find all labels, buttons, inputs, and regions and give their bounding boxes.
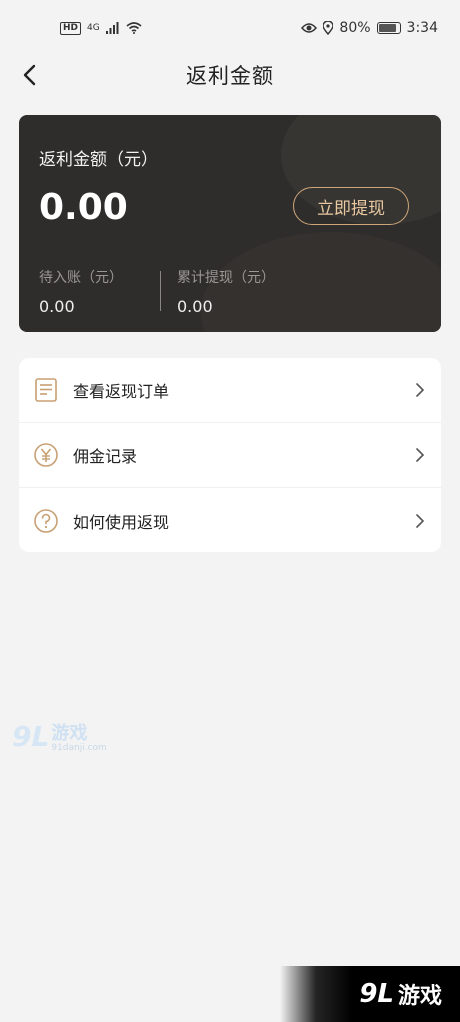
balance-card: 返利金额（元） 0.00 立即提现 待入账（元） 0.00 累计提现（元） 0.…	[19, 115, 441, 332]
menu-item-help[interactable]: 如何使用返现	[19, 488, 441, 552]
status-time: 3:34	[406, 20, 438, 36]
pending-label: 待入账（元）	[39, 270, 123, 286]
pending-stat: 待入账（元） 0.00	[39, 267, 123, 316]
corner-watermark-name: 游戏	[397, 984, 442, 1009]
chevron-left-icon	[23, 64, 36, 86]
menu-item-orders[interactable]: 查看返现订单	[19, 358, 441, 423]
yen-coin-icon	[33, 442, 59, 468]
page-header: 返利金额	[0, 52, 460, 98]
withdrawn-stat: 累计提现（元） 0.00	[177, 267, 275, 316]
menu-item-label: 查看返现订单	[73, 382, 170, 401]
withdraw-button[interactable]: 立即提现	[293, 187, 409, 225]
corner-watermark-mark: 9L	[359, 979, 394, 1009]
menu-item-commission[interactable]: 佣金记录	[19, 423, 441, 488]
wifi-icon	[126, 22, 142, 34]
withdrawn-label: 累计提现（元）	[177, 270, 275, 286]
back-button[interactable]	[14, 60, 44, 90]
chevron-right-icon	[416, 383, 425, 397]
location-icon	[323, 21, 334, 35]
pending-value: 0.00	[39, 297, 75, 316]
menu-list: 查看返现订单 佣金记录 如何使用返现	[19, 358, 441, 552]
withdrawn-value: 0.00	[177, 297, 213, 316]
hd-badge: HD	[60, 21, 82, 35]
eye-icon	[301, 23, 318, 33]
document-icon	[33, 377, 59, 403]
corner-watermark: 9L 游戏	[280, 966, 460, 1022]
stat-divider	[160, 271, 161, 311]
balance-label: 返利金额（元）	[39, 150, 158, 170]
battery-icon	[376, 22, 401, 34]
status-left: HD 4G	[60, 21, 142, 35]
signal-icon	[105, 22, 119, 34]
status-bar: HD 4G 80% 3:34	[0, 0, 460, 56]
chevron-right-icon	[416, 513, 425, 528]
battery-percent: 80%	[339, 20, 371, 36]
watermark-mark: 9L	[12, 720, 50, 753]
balance-amount: 0.00	[39, 187, 128, 228]
watermark-url: 91danji.com	[51, 743, 107, 753]
watermark-logo: 9L 游戏 91danji.com	[12, 720, 107, 753]
status-right: 80% 3:34	[301, 20, 438, 36]
network-label: 4G	[87, 23, 100, 33]
watermark-name: 游戏	[51, 723, 88, 744]
menu-item-label: 佣金记录	[73, 447, 138, 466]
chevron-right-icon	[416, 448, 425, 462]
menu-item-label: 如何使用返现	[73, 512, 170, 532]
page-title: 返利金额	[186, 64, 274, 88]
question-icon	[33, 508, 59, 534]
